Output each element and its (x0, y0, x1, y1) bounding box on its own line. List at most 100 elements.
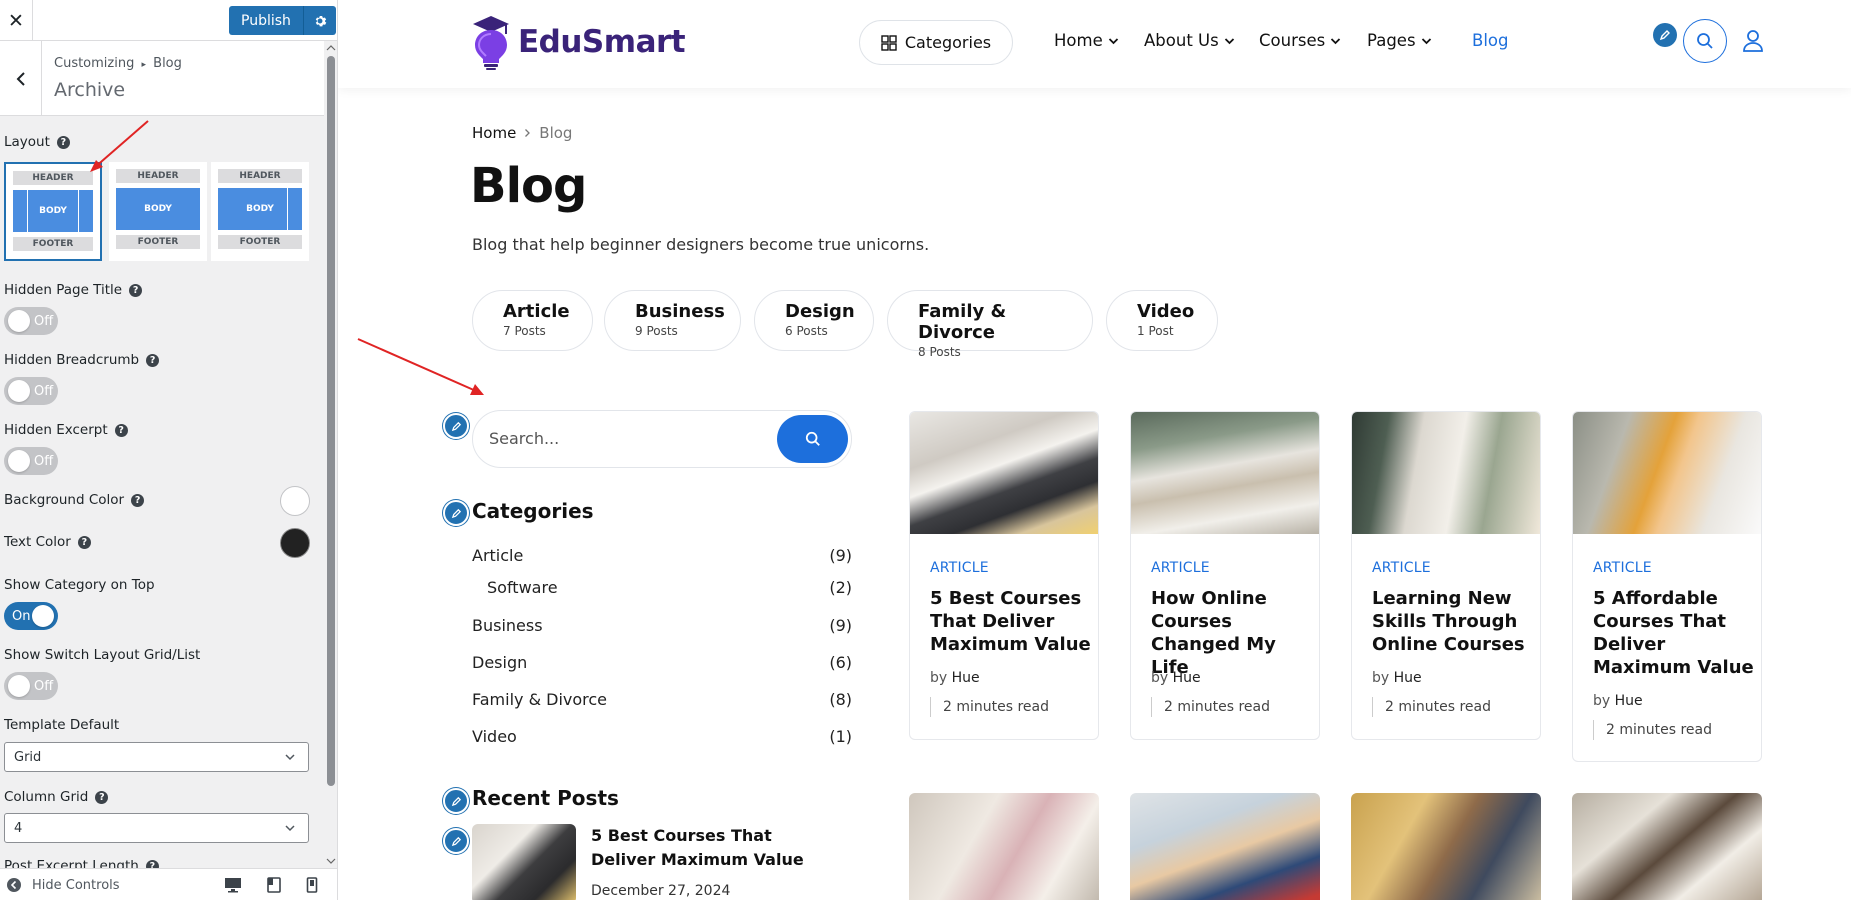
post-card-category[interactable]: ARTICLE (1151, 560, 1210, 576)
hidden-page-title-toggle[interactable]: Off (4, 307, 58, 335)
category-count: (2) (829, 578, 852, 597)
post-card-image[interactable] (1572, 793, 1762, 900)
category-pill-business[interactable]: Business 9 Posts (604, 290, 741, 351)
nav-home[interactable]: Home (1054, 31, 1119, 50)
customizer-footer: Hide Controls (0, 868, 337, 900)
pencil-edit-icon[interactable] (443, 788, 469, 814)
post-card-category[interactable]: ARTICLE (930, 560, 989, 576)
hidden-breadcrumb-toggle[interactable]: Off (4, 377, 58, 405)
mobile-preview-icon[interactable] (306, 877, 318, 893)
post-card-image[interactable] (1352, 412, 1540, 534)
nav-about[interactable]: About Us (1144, 31, 1235, 50)
layout-option-no-sidebar[interactable]: HEADER BODY FOOTER (109, 162, 207, 261)
layout-option-right-sidebar[interactable]: HEADER BODY FOOTER (211, 162, 309, 261)
pill-count: 6 Posts (785, 324, 828, 338)
category-row[interactable]: Family & Divorce (8) (472, 690, 852, 709)
recent-post-thumbnail[interactable] (472, 824, 576, 900)
show-switch-layout-toggle[interactable]: Off (4, 672, 58, 700)
help-icon[interactable]: ? (129, 283, 143, 297)
post-card-author[interactable]: Hue (1173, 670, 1201, 686)
nav-courses[interactable]: Courses (1259, 31, 1341, 50)
background-color-swatch[interactable] (280, 486, 310, 516)
help-icon[interactable]: ? (56, 135, 70, 149)
post-card-image[interactable] (909, 793, 1099, 900)
pencil-edit-icon[interactable] (443, 413, 469, 439)
category-pill-design[interactable]: Design 6 Posts (754, 290, 874, 351)
header-search-button[interactable] (1683, 19, 1727, 63)
post-card[interactable]: ARTICLE 5 Affordable Courses That Delive… (1572, 411, 1762, 762)
column-grid-select[interactable]: 4 (4, 813, 309, 843)
breadcrumb-home[interactable]: Home (472, 124, 516, 142)
help-icon[interactable]: ? (146, 353, 160, 367)
recent-posts-widget-title: Recent Posts (472, 786, 619, 810)
post-card-image[interactable] (1130, 793, 1320, 900)
post-card-title[interactable]: How Online Courses Changed My Life (1151, 587, 1316, 679)
chevron-down-icon (285, 754, 295, 761)
site-logo[interactable]: EduSmart (472, 14, 686, 70)
layout-option-full[interactable]: HEADER BODY FOOTER (4, 162, 102, 261)
post-card-image[interactable] (1351, 793, 1541, 900)
hide-controls-button[interactable]: Hide Controls (6, 877, 120, 893)
scroll-up-icon[interactable] (324, 43, 338, 53)
post-card-title[interactable]: 5 Best Courses That Deliver Maximum Valu… (930, 587, 1095, 656)
post-card-title[interactable]: 5 Affordable Courses That Deliver Maximu… (1593, 587, 1758, 679)
category-pill-family-divorce[interactable]: Family & Divorce 8 Posts (887, 290, 1093, 359)
publish-button-group[interactable]: Publish (229, 6, 336, 35)
category-row[interactable]: Design (6) (472, 653, 852, 672)
post-card-image[interactable] (1573, 412, 1761, 534)
text-color-swatch[interactable] (280, 528, 310, 558)
show-category-top-label: Show Category on Top (4, 577, 155, 593)
pencil-edit-icon[interactable] (443, 500, 469, 526)
sidebar-scrollbar[interactable] (324, 41, 338, 868)
layout-label-text: Layout (4, 134, 50, 150)
help-icon[interactable]: ? (95, 790, 109, 804)
post-card[interactable]: ARTICLE Learning New Skills Through Onli… (1351, 411, 1541, 740)
post-card-author[interactable]: Hue (1615, 693, 1643, 709)
recent-post-title[interactable]: 5 Best Courses That Deliver Maximum Valu… (591, 824, 841, 872)
post-card-image[interactable] (910, 412, 1098, 534)
category-pill-article[interactable]: Article 7 Posts (472, 290, 593, 351)
post-card-image[interactable] (1131, 412, 1319, 534)
red-arrow-annotation (357, 338, 484, 395)
hidden-excerpt-toggle[interactable]: Off (4, 447, 58, 475)
categories-menu-button[interactable]: Categories (859, 20, 1013, 65)
breadcrumb-current: Blog (539, 124, 573, 142)
category-pill-video[interactable]: Video 1 Post (1106, 290, 1218, 351)
category-name: Video (472, 727, 517, 746)
back-arrow-icon[interactable] (0, 41, 42, 116)
post-card[interactable]: ARTICLE How Online Courses Changed My Li… (1130, 411, 1320, 740)
post-card-author[interactable]: Hue (952, 670, 980, 686)
help-icon[interactable]: ? (77, 535, 91, 549)
nav-blog[interactable]: Blog (1472, 31, 1508, 50)
desktop-preview-icon[interactable] (224, 877, 242, 893)
category-row[interactable]: Business (9) (472, 616, 852, 635)
search-input[interactable] (489, 429, 759, 448)
scrollbar-thumb[interactable] (327, 56, 335, 786)
help-icon[interactable]: ? (131, 493, 145, 507)
publish-button[interactable]: Publish (229, 6, 303, 35)
user-icon[interactable] (1742, 29, 1764, 53)
help-icon[interactable]: ? (114, 423, 128, 437)
pill-name: Family & Divorce (918, 301, 1007, 343)
show-category-top-toggle[interactable]: On (4, 602, 58, 630)
pencil-edit-icon[interactable] (1653, 23, 1677, 47)
nav-pages[interactable]: Pages (1367, 31, 1432, 50)
gear-icon[interactable] (302, 6, 336, 35)
template-default-select[interactable]: Grid (4, 742, 309, 772)
category-row[interactable]: Software (2) (487, 578, 852, 597)
close-icon[interactable]: ✕ (0, 0, 33, 41)
page-title: Blog (470, 158, 587, 214)
scroll-down-icon[interactable] (324, 856, 338, 866)
category-row[interactable]: Article (9) (472, 546, 852, 565)
byline-by: by (1372, 670, 1390, 686)
category-count: (1) (829, 727, 852, 746)
tablet-preview-icon[interactable] (266, 877, 282, 893)
search-button[interactable] (777, 415, 848, 463)
pencil-edit-icon[interactable] (443, 828, 469, 854)
post-card-title[interactable]: Learning New Skills Through Online Cours… (1372, 587, 1537, 656)
category-row[interactable]: Video (1) (472, 727, 852, 746)
post-card-author[interactable]: Hue (1394, 670, 1422, 686)
post-card-category[interactable]: ARTICLE (1372, 560, 1431, 576)
post-card[interactable]: ARTICLE 5 Best Courses That Deliver Maxi… (909, 411, 1099, 740)
post-card-category[interactable]: ARTICLE (1593, 560, 1652, 576)
